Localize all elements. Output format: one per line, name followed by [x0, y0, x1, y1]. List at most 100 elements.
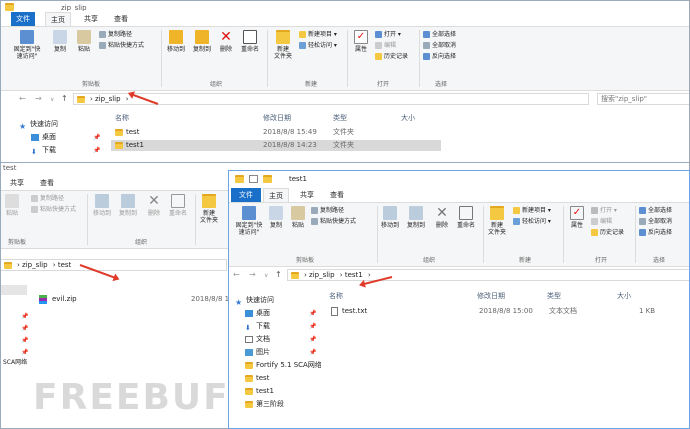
open-button[interactable]: 打开 ▾	[375, 30, 401, 39]
pin-quick-access-button[interactable]: 固定到"快 速访问"	[7, 30, 47, 60]
nav-quick-access[interactable]: ★ 快速访问	[235, 295, 274, 307]
new-folder-button[interactable]: 新建 文件夹	[271, 30, 295, 60]
column-name[interactable]: 名称	[115, 113, 129, 123]
column-size[interactable]: 大小	[617, 291, 631, 301]
tab-home[interactable]: 主页	[45, 12, 71, 26]
tab-view[interactable]: 查看	[109, 12, 133, 26]
nav-downloads[interactable]: ⬇ 下载	[31, 145, 56, 156]
copy-path-button[interactable]: 复制路径	[99, 30, 132, 39]
file-row[interactable]: test.txt 2018/8/8 15:00 文本文档 1 KB	[329, 306, 659, 317]
paste-shortcut-button[interactable]: 粘贴快捷方式	[31, 205, 76, 214]
open-button[interactable]: 打开 ▾	[591, 206, 617, 215]
properties-button[interactable]: ✓ 属性	[351, 30, 371, 53]
rename-button[interactable]: 重命名	[239, 30, 261, 53]
copy-button[interactable]: 复制	[51, 30, 69, 53]
new-item-button[interactable]: 新建项目 ▾	[299, 30, 337, 39]
address-bar[interactable]: › zip_slip › test	[1, 259, 227, 271]
file-row[interactable]: evil.zip 2018/8/8 1...	[39, 294, 236, 305]
paste-button[interactable]: 粘贴	[289, 206, 307, 229]
address-bar[interactable]: › zip_slip › test1 ›	[287, 269, 689, 281]
copy-path-button[interactable]: 复制路径	[31, 194, 64, 203]
new-folder-button[interactable]: 新建 文件夹	[485, 206, 509, 236]
invert-selection-button[interactable]: 反向选择	[423, 52, 456, 61]
select-all-button[interactable]: 全部选择	[423, 30, 456, 39]
easy-access-button[interactable]: 轻松访问 ▾	[299, 41, 337, 50]
tab-share[interactable]: 共享	[79, 12, 103, 26]
move-to-button[interactable]: 移动到	[379, 206, 401, 229]
tab-file[interactable]: 文件	[11, 12, 35, 26]
select-none-button[interactable]: 全部取消	[423, 41, 456, 50]
nav-test1-folder[interactable]: test1	[245, 386, 274, 397]
nav-fortify-folder[interactable]: Fortify 5.1 SCA网络	[245, 360, 321, 371]
divider	[563, 206, 564, 263]
breadcrumb-zip-slip[interactable]: zip_slip	[95, 94, 121, 104]
tab-home[interactable]: 主页	[263, 188, 289, 202]
invert-selection-button[interactable]: 反向选择	[639, 228, 672, 237]
select-all-button[interactable]: 全部选择	[639, 206, 672, 215]
nav-sca-folder[interactable]: SCA网络	[3, 357, 27, 368]
pin-quick-access-button[interactable]: 固定到"快 速访问"	[231, 206, 267, 236]
move-to-button[interactable]: 移动到	[91, 194, 113, 217]
copy-to-button[interactable]: 复制到	[405, 206, 427, 229]
select-none-button[interactable]: 全部取消	[639, 217, 672, 226]
copy-to-button[interactable]: 复制到	[117, 194, 139, 217]
title-bar[interactable]: test1	[229, 171, 689, 187]
delete-button[interactable]: ✕ 删除	[145, 194, 163, 217]
copy-button[interactable]: 复制	[267, 206, 285, 229]
paste-shortcut-button[interactable]: 粘贴快捷方式	[99, 41, 144, 50]
forward-icon[interactable]: →	[249, 270, 256, 279]
delete-button[interactable]: ✕ 删除	[217, 30, 235, 53]
easy-access-button[interactable]: 轻松访问 ▾	[513, 217, 551, 226]
up-icon[interactable]: ↑	[61, 94, 68, 103]
copy-path-button[interactable]: 复制路径	[311, 206, 344, 215]
nav-quick-access[interactable]: ★ 快速访问	[19, 119, 58, 131]
tab-share[interactable]: 共享	[295, 188, 319, 202]
edit-button[interactable]: 编辑	[591, 217, 612, 226]
tab-view[interactable]: 查看	[325, 188, 349, 202]
column-type[interactable]: 类型	[333, 113, 347, 123]
breadcrumb-zip-slip[interactable]: zip_slip	[22, 260, 48, 270]
new-folder-button[interactable]: 新建 文件夹	[197, 194, 221, 224]
delete-button[interactable]: ✕ 删除	[433, 206, 451, 229]
copy-to-button[interactable]: 复制到	[191, 30, 213, 53]
search-input[interactable]: 搜索"zip_slip"	[597, 93, 689, 105]
rename-button[interactable]: 重命名	[455, 206, 477, 229]
nav-desktop[interactable]: 桌面	[31, 132, 56, 143]
breadcrumb-test1[interactable]: test1	[345, 270, 363, 280]
paste-button[interactable]: 粘贴	[75, 30, 93, 53]
column-type[interactable]: 类型	[547, 291, 561, 301]
paste-shortcut-button[interactable]: 粘贴快捷方式	[311, 217, 356, 226]
tab-file[interactable]: 文件	[231, 188, 261, 202]
nav-stage3-folder[interactable]: 第三阶段	[245, 399, 284, 410]
edit-button[interactable]: 编辑	[375, 41, 396, 50]
properties-button[interactable]: ✓ 属性	[567, 206, 587, 229]
nav-pictures[interactable]: 图片	[245, 347, 270, 358]
file-row[interactable]: test 2018/8/8 15:49 文件夹	[111, 127, 441, 138]
file-row[interactable]: test1 2018/8/8 14:23 文件夹	[111, 140, 441, 151]
chevron-down-icon[interactable]: ∨	[50, 96, 54, 103]
back-icon[interactable]: ←	[233, 270, 240, 279]
chevron-down-icon[interactable]: ∨	[264, 272, 268, 279]
up-icon[interactable]: ↑	[275, 270, 282, 279]
nav-test-folder[interactable]: test	[245, 373, 269, 384]
column-name[interactable]: 名称	[329, 291, 343, 301]
address-bar[interactable]: › zip_slip ›	[73, 93, 589, 105]
breadcrumb-zip-slip[interactable]: zip_slip	[309, 270, 335, 280]
paste-button[interactable]: 粘贴	[3, 194, 21, 217]
new-item-button[interactable]: 新建项目 ▾	[513, 206, 551, 215]
rename-button[interactable]: 重命名	[167, 194, 189, 217]
column-date[interactable]: 修改日期	[477, 291, 505, 301]
column-date[interactable]: 修改日期	[263, 113, 291, 123]
column-size[interactable]: 大小	[401, 113, 415, 123]
forward-icon[interactable]: →	[35, 94, 42, 103]
nav-documents[interactable]: 文档	[245, 334, 270, 345]
nav-desktop[interactable]: 桌面	[245, 308, 270, 319]
move-to-button[interactable]: 移动到	[165, 30, 187, 53]
back-icon[interactable]: ←	[19, 94, 26, 103]
tab-share[interactable]: 共享	[5, 176, 29, 190]
breadcrumb-test[interactable]: test	[58, 260, 71, 270]
history-button[interactable]: 历史记录	[375, 52, 408, 61]
tab-view[interactable]: 查看	[35, 176, 59, 190]
history-button[interactable]: 历史记录	[591, 228, 624, 237]
nav-downloads[interactable]: ⬇ 下载	[245, 321, 270, 332]
